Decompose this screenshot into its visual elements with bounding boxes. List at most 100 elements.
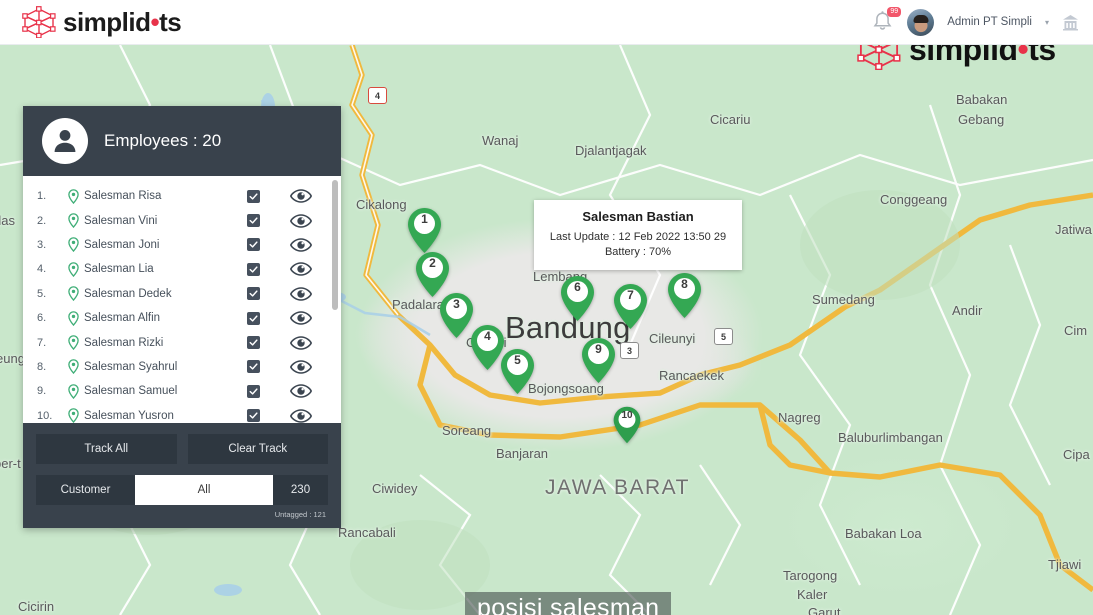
list-scrollbar-thumb[interactable]	[332, 180, 338, 310]
list-item-checkbox[interactable]	[247, 189, 260, 203]
chevron-down-icon[interactable]: ▾	[1045, 18, 1049, 27]
clear-track-button[interactable]: Clear Track	[187, 434, 328, 464]
eye-icon[interactable]	[287, 286, 315, 301]
list-item-name: Salesman Yusron	[84, 409, 174, 422]
map-marker-10[interactable]: 10	[612, 406, 642, 444]
list-item-name: Salesman Alfin	[84, 312, 161, 325]
list-item[interactable]: 4. Salesman Lia	[23, 257, 341, 281]
list-item[interactable]: 9. Salesman Samuel	[23, 379, 341, 403]
list-scrollbar[interactable]	[332, 180, 338, 416]
list-item-name: Salesman Dedek	[84, 287, 172, 300]
map-marker-label: 3	[453, 297, 460, 311]
employees-panel-title: Employees : 20	[104, 131, 222, 150]
list-item-index: 10.	[37, 409, 53, 422]
map-marker-5[interactable]: 5	[499, 348, 536, 395]
list-item-name: Salesman Lia	[84, 263, 154, 276]
pin-icon[interactable]	[62, 359, 84, 375]
employee-avatar-icon	[42, 118, 88, 164]
list-item-name: Salesman Joni	[84, 238, 160, 251]
list-item-checkbox[interactable]	[247, 409, 260, 423]
list-item[interactable]: 3. Salesman Joni	[23, 233, 341, 257]
pin-icon[interactable]	[62, 213, 84, 229]
list-item-name: Salesman Syahrul	[84, 360, 178, 373]
list-item[interactable]: 1. Salesman Risa	[23, 184, 341, 208]
eye-icon[interactable]	[287, 384, 315, 399]
building-icon[interactable]	[1062, 14, 1079, 31]
eye-icon[interactable]	[287, 213, 315, 228]
map-marker-1[interactable]: 1	[406, 207, 443, 254]
pin-icon[interactable]	[62, 384, 84, 399]
map-marker-label: 1	[421, 212, 428, 226]
list-item-index: 5.	[37, 287, 47, 300]
eye-icon[interactable]	[287, 189, 315, 203]
user-name-label: Admin PT Simpli	[947, 16, 1032, 28]
map-marker-9[interactable]: 9	[580, 337, 617, 384]
pin-icon[interactable]	[62, 286, 84, 302]
brand-text-suffix: ts	[159, 6, 182, 37]
track-all-button[interactable]: Track All	[36, 434, 177, 464]
eye-icon[interactable]	[287, 262, 315, 277]
list-item-name: Salesman Vini	[84, 214, 158, 227]
map-marker-7[interactable]: 7	[612, 283, 649, 330]
list-item[interactable]: 5. Salesman Dedek	[23, 282, 341, 306]
top-navbar: simplid•ts 99 Admin PT Simpli ▾	[0, 0, 1093, 45]
list-item-checkbox[interactable]	[247, 360, 260, 374]
avatar[interactable]	[907, 8, 935, 36]
employees-list[interactable]: 1. Salesman Risa 2. Salesman Vini 3. Sal…	[23, 176, 341, 423]
map-marker-label: 7	[627, 288, 634, 302]
map-marker-2[interactable]: 2	[414, 251, 451, 298]
map-caption: posisi salesman	[465, 592, 672, 615]
list-item-checkbox[interactable]	[247, 238, 260, 252]
pin-icon[interactable]	[62, 188, 84, 204]
list-item-name: Salesman Rizki	[84, 336, 164, 349]
pin-icon[interactable]	[62, 310, 84, 326]
map-marker-6[interactable]: 6	[559, 275, 596, 322]
eye-icon[interactable]	[287, 238, 315, 252]
eye-icon[interactable]	[287, 311, 315, 325]
employees-panel-footer: Track All Clear Track Customer All 230 U…	[23, 423, 341, 528]
list-item[interactable]: 10. Salesman Yusron	[23, 404, 341, 423]
map-marker-label: 2	[429, 256, 436, 270]
map-marker-8[interactable]: 8	[666, 272, 703, 319]
pin-icon[interactable]	[62, 262, 84, 277]
eye-icon[interactable]	[287, 335, 315, 350]
pin-icon[interactable]	[62, 335, 84, 351]
pin-icon[interactable]	[62, 408, 84, 423]
info-bubble-battery: Battery : 70%	[604, 245, 672, 258]
brand-logo[interactable]: simplid•ts	[22, 6, 182, 38]
brand-text-dot: •	[150, 6, 160, 37]
employees-panel-header: Employees : 20	[23, 106, 341, 176]
list-item-index: 7.	[37, 336, 47, 349]
list-item-checkbox[interactable]	[247, 384, 260, 398]
brand-text-prefix: simplid	[63, 6, 151, 37]
customer-filter-row: Customer All 230	[36, 475, 328, 505]
list-item-name: Salesman Samuel	[84, 385, 178, 398]
salesman-info-bubble: Salesman Bastian Last Update : 12 Feb 20…	[534, 200, 742, 270]
customer-select[interactable]: All	[135, 475, 273, 505]
map-marker-label: 6	[574, 280, 581, 294]
list-item-checkbox[interactable]	[247, 336, 260, 350]
list-item-index: 6.	[37, 312, 47, 325]
map-marker-label: 8	[681, 277, 688, 291]
map-marker-label: 4	[484, 329, 491, 343]
list-item-checkbox[interactable]	[247, 287, 260, 301]
list-item-index: 8.	[37, 360, 47, 373]
list-item-checkbox[interactable]	[247, 311, 260, 325]
list-item[interactable]: 7. Salesman Rizki	[23, 330, 341, 354]
list-item-checkbox[interactable]	[247, 262, 260, 276]
customer-count: 230	[273, 475, 328, 505]
notifications-button[interactable]: 99	[872, 7, 902, 34]
list-item-checkbox[interactable]	[247, 214, 260, 228]
list-item-name: Salesman Risa	[84, 190, 162, 203]
list-item[interactable]: 6. Salesman Alfin	[23, 306, 341, 330]
eye-icon[interactable]	[287, 408, 315, 423]
list-item[interactable]: 2. Salesman Vini	[23, 208, 341, 232]
road-shield: 5	[714, 328, 733, 345]
map-marker-label: 5	[514, 353, 521, 367]
pin-icon[interactable]	[62, 237, 84, 253]
list-item-index: 1.	[37, 190, 47, 203]
customer-label: Customer	[36, 475, 135, 505]
eye-icon[interactable]	[287, 360, 315, 374]
list-item-index: 3.	[37, 238, 47, 251]
list-item[interactable]: 8. Salesman Syahrul	[23, 355, 341, 379]
